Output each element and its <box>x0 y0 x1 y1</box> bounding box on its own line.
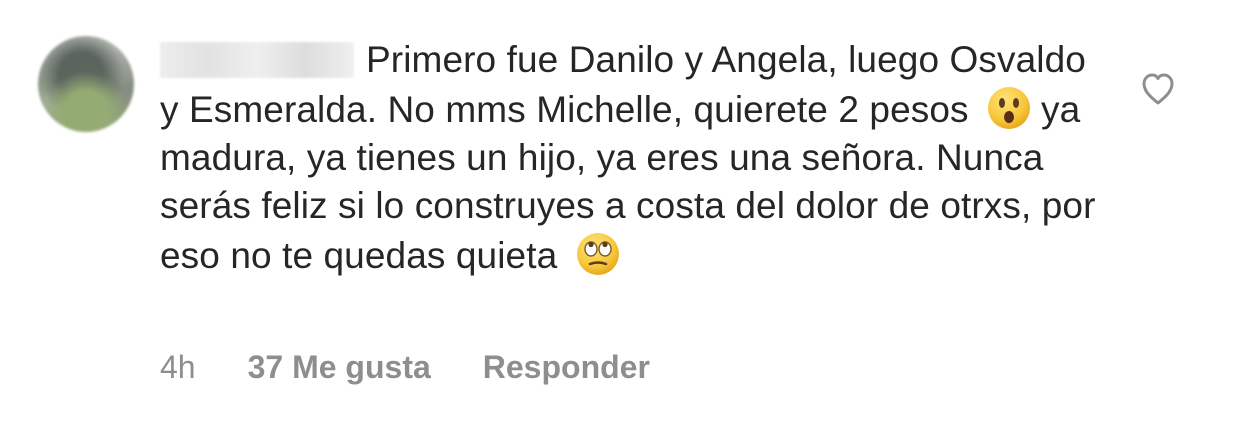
likes-count-link[interactable]: 37 Me gusta <box>248 347 431 387</box>
comment-meta: 4h 37 Me gusta Responder <box>160 347 650 387</box>
avatar[interactable] <box>38 36 134 132</box>
blurred-username[interactable] <box>160 42 354 78</box>
face-with-open-mouth-icon <box>988 87 1031 129</box>
comment-text: Primero fue Danilo y Angela, luego Osval… <box>160 36 1100 280</box>
face-with-rolling-eyes-icon <box>576 233 619 275</box>
comment-time: 4h <box>160 349 196 385</box>
reply-button[interactable]: Responder <box>483 347 650 387</box>
comment-item: Primero fue Danilo y Angela, luego Osval… <box>0 0 1242 448</box>
comment-content: Primero fue Danilo y Angela, luego Osval… <box>160 36 1100 280</box>
heart-icon[interactable] <box>1140 72 1176 106</box>
